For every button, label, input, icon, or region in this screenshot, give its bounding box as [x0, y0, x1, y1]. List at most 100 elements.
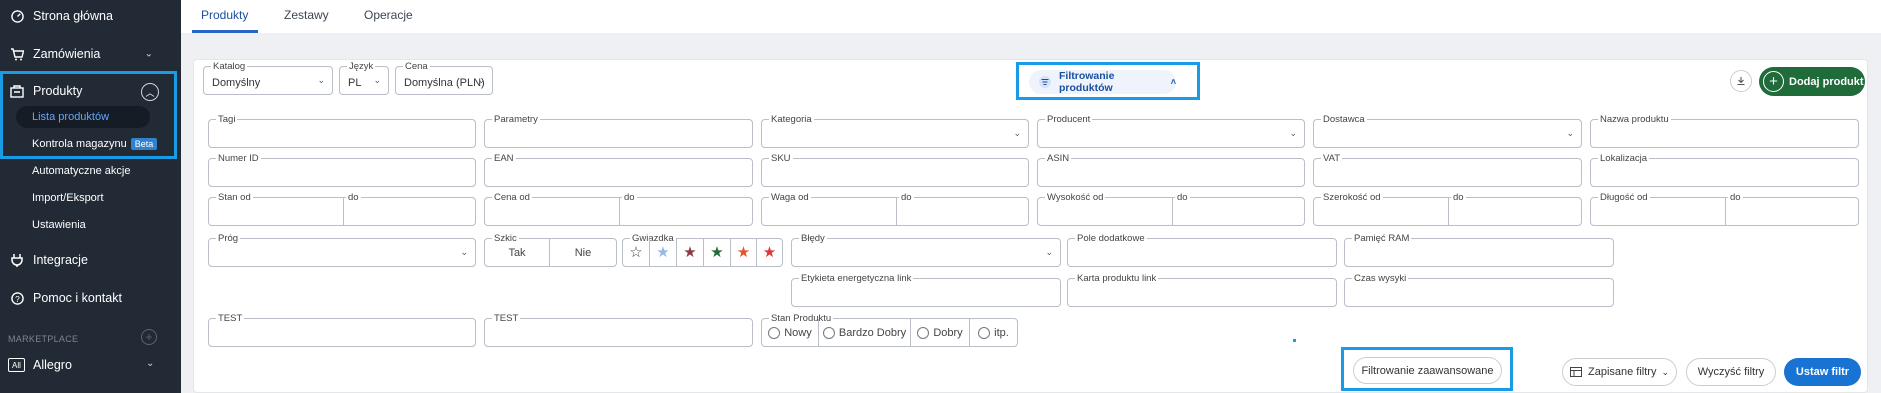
draft-yes[interactable]: Tak: [485, 239, 550, 266]
tab-products[interactable]: Produkty: [201, 8, 248, 22]
category-select[interactable]: Kategoria ⌄: [761, 114, 1029, 148]
field-label: Karta produktu link: [1075, 273, 1159, 284]
nav-orders-label: Zamówienia: [33, 47, 101, 61]
chevron-up-icon[interactable]: ︿: [141, 83, 159, 101]
shipping-time-field[interactable]: Czas wysyki: [1344, 273, 1614, 307]
nav-orders[interactable]: Zamówienia ⌄: [0, 45, 181, 63]
field-label: Katalog: [211, 61, 248, 72]
field-label: Pole dodatkowe: [1075, 233, 1147, 244]
radio-icon: [917, 326, 930, 339]
radio-label: Dobry: [933, 326, 963, 339]
errors-select[interactable]: Błędy ⌄: [791, 233, 1061, 267]
sidebar-item-import-export[interactable]: Import/Eksport: [32, 192, 104, 204]
extra-field[interactable]: Pole dodatkowe: [1067, 233, 1337, 267]
energy-label-link-field[interactable]: Etykieta energetyczna link: [791, 273, 1061, 307]
ram-field[interactable]: Pamięć RAM: [1344, 233, 1614, 267]
height-range-field[interactable]: Wysokość od do: [1037, 192, 1305, 226]
sidebar-item-auto-actions[interactable]: Automatyczne akcje: [32, 165, 130, 177]
id-number-field[interactable]: Numer ID: [208, 153, 476, 187]
sidebar-item-label: Automatyczne akcje: [32, 165, 131, 177]
nav-products[interactable]: Produkty ︿: [0, 82, 181, 101]
products-icon: [9, 83, 25, 99]
nav-integrations[interactable]: Integracje: [0, 251, 181, 269]
radio-label: itp.: [994, 326, 1009, 339]
download-button[interactable]: [1730, 70, 1752, 92]
catalog-select[interactable]: Katalog Domyślny ⌄: [203, 61, 333, 95]
product-name-field[interactable]: Nazwa produktu: [1590, 114, 1859, 148]
tags-field[interactable]: Tagi: [208, 114, 476, 148]
range-divider: [1725, 198, 1726, 225]
vat-field[interactable]: VAT: [1313, 153, 1582, 187]
test-field-2[interactable]: TEST: [484, 313, 753, 347]
star-green[interactable]: ★: [704, 239, 731, 266]
star-outline[interactable]: ☆: [623, 239, 650, 266]
filter-toggle-button[interactable]: Filtrowanie produktów ˄: [1029, 70, 1176, 94]
price-range-field[interactable]: Cena od do: [484, 192, 753, 226]
star-red[interactable]: ★: [757, 239, 782, 266]
supplier-select[interactable]: Dostawca ⌄: [1313, 114, 1582, 148]
clear-filters-button[interactable]: Wyczyść filtry: [1686, 358, 1776, 386]
advanced-filter-button[interactable]: Filtrowanie zaawansowane: [1353, 357, 1502, 384]
field-label: SKU: [769, 153, 793, 164]
field-label: EAN: [492, 153, 516, 164]
table-icon: [1569, 367, 1582, 377]
chevron-down-icon: ⌄: [1289, 128, 1297, 138]
nav-home[interactable]: Strona główna: [0, 7, 181, 25]
tab-operations[interactable]: Operacje: [364, 8, 413, 22]
download-icon: [1737, 77, 1745, 86]
condition-etc[interactable]: itp.: [970, 319, 1017, 346]
sku-field[interactable]: SKU: [761, 153, 1029, 187]
saved-filters-button[interactable]: Zapisane filtry ⌄: [1562, 358, 1677, 386]
width-range-field[interactable]: Szerokość od do: [1313, 192, 1582, 226]
tab-sets[interactable]: Zestawy: [284, 8, 329, 22]
ean-field[interactable]: EAN: [484, 153, 753, 187]
test-field-1[interactable]: TEST: [208, 313, 476, 347]
nav-help[interactable]: ? Pomoc i kontakt: [0, 289, 181, 307]
star-lightblue[interactable]: ★: [650, 239, 677, 266]
star-icon: ★: [736, 244, 751, 261]
stock-range-field[interactable]: Stan od do: [208, 192, 476, 226]
chevron-up-icon: ˄: [1170, 77, 1176, 87]
range-to-label: do: [1451, 192, 1466, 203]
dashboard-icon: [9, 8, 25, 24]
product-condition-filter: Stan Produktu Nowy Bardzo Dobry Dobry it…: [761, 313, 1018, 347]
chevron-down-icon: ⌄: [1045, 247, 1053, 257]
field-label: Cena od: [492, 192, 532, 203]
star-icon: ★: [656, 244, 670, 261]
price-select[interactable]: Cena Domyślna (PLN) ⌄: [395, 61, 493, 95]
threshold-select[interactable]: Próg ⌄: [208, 233, 476, 267]
condition-good[interactable]: Dobry: [911, 319, 970, 346]
product-card-link-field[interactable]: Karta produktu link: [1067, 273, 1337, 307]
field-label: TEST: [216, 313, 245, 324]
chevron-down-icon: ⌄: [1013, 128, 1021, 138]
range-to-label: do: [622, 192, 637, 203]
sidebar-item-warehouse[interactable]: Kontrola magazynu Beta: [32, 138, 158, 150]
draft-no[interactable]: Nie: [550, 239, 616, 266]
range-to-label: do: [1175, 192, 1190, 203]
star-orange[interactable]: ★: [731, 239, 757, 266]
language-select[interactable]: Język PL ⌄: [339, 61, 389, 95]
plug-icon: [9, 252, 25, 268]
length-range-field[interactable]: Długość od do: [1590, 192, 1859, 226]
parameters-field[interactable]: Parametry: [484, 114, 753, 148]
condition-very-good[interactable]: Bardzo Dobry: [819, 319, 911, 346]
manufacturer-select[interactable]: Producent ⌄: [1037, 114, 1305, 148]
condition-new[interactable]: Nowy: [762, 319, 819, 346]
sidebar-item-settings[interactable]: Ustawienia: [32, 219, 86, 231]
add-marketplace-icon[interactable]: +: [141, 329, 157, 345]
weight-range-field[interactable]: Waga od do: [761, 192, 1029, 226]
radio-icon: [822, 326, 835, 339]
sidebar-item-product-list[interactable]: Lista produktów: [16, 106, 150, 128]
radio-icon: [978, 326, 991, 339]
asin-field[interactable]: ASIN: [1037, 153, 1305, 187]
range-divider: [343, 198, 344, 225]
field-label: Szerokość od: [1321, 192, 1383, 203]
chevron-down-icon: ⌄: [1661, 366, 1670, 377]
nav-allegro[interactable]: Allegro: [33, 358, 72, 372]
star-maroon[interactable]: ★: [677, 239, 704, 266]
chevron-down-icon[interactable]: ⌄: [146, 358, 154, 369]
add-product-button[interactable]: + Dodaj produkt: [1759, 67, 1865, 96]
location-field[interactable]: Lokalizacja: [1590, 153, 1859, 187]
field-label: Cena: [403, 61, 430, 72]
apply-filter-button[interactable]: Ustaw filtr: [1784, 358, 1861, 386]
